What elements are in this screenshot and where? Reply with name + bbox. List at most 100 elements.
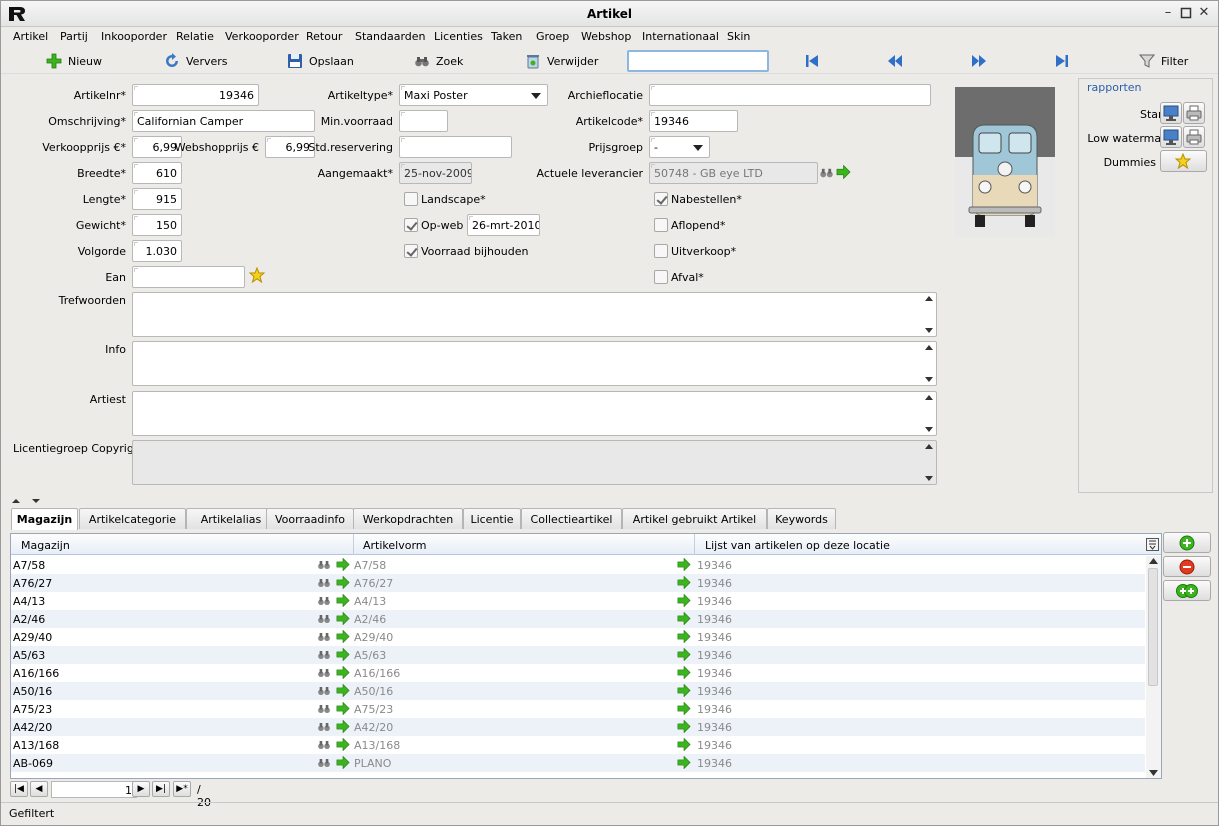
arrow-right-icon[interactable] xyxy=(336,683,350,698)
arrow-right-icon[interactable] xyxy=(677,647,691,662)
toolbar-search-input[interactable] xyxy=(627,50,769,72)
maximize-icon[interactable] xyxy=(1180,7,1192,19)
binoculars-icon[interactable] xyxy=(317,558,331,571)
textarea-scrollbar[interactable] xyxy=(922,293,936,336)
arrow-right-icon[interactable] xyxy=(336,719,350,734)
table-row[interactable]: A5/63 A5/63 19346 xyxy=(11,646,1145,664)
volgorde-field[interactable]: 1.030 xyxy=(132,240,182,262)
pager-first-button[interactable]: |◀ xyxy=(10,781,28,797)
tab-licentie[interactable]: Licentie xyxy=(463,508,521,529)
pager-page-input[interactable]: 1 xyxy=(51,781,137,798)
tab-artikelcategorie[interactable]: Artikelcategorie xyxy=(79,508,186,529)
aflopend-checkbox[interactable] xyxy=(654,218,668,232)
scroll-up-icon[interactable] xyxy=(1149,558,1158,564)
arrow-right-icon[interactable] xyxy=(677,755,691,770)
menu-standaarden[interactable]: Standaarden xyxy=(355,30,426,43)
table-row[interactable]: A75/23 A75/23 19346 xyxy=(11,700,1145,718)
min-voorraad-field[interactable] xyxy=(399,110,448,132)
arrow-right-icon[interactable] xyxy=(677,737,691,752)
star-icon[interactable] xyxy=(249,267,265,283)
pager-previous-button[interactable]: ◀ xyxy=(30,781,48,797)
binoculars-icon[interactable] xyxy=(317,756,331,769)
tab-artikelalias[interactable]: Artikelalias xyxy=(186,508,276,529)
arrow-right-icon[interactable] xyxy=(336,755,350,770)
add-row-button[interactable] xyxy=(1163,532,1211,553)
ean-field[interactable] xyxy=(132,266,245,288)
rapporten-title[interactable]: rapporten xyxy=(1087,81,1142,94)
textarea-scrollbar[interactable] xyxy=(922,342,936,385)
menu-partij[interactable]: Partij xyxy=(60,30,88,43)
column-header-artikelvorm[interactable]: Artikelvorm xyxy=(363,539,427,552)
splitter-arrows-icon[interactable] xyxy=(11,497,45,505)
arrow-right-icon[interactable] xyxy=(336,665,350,680)
arrow-right-icon[interactable] xyxy=(336,611,350,626)
landscape-checkbox[interactable] xyxy=(404,192,418,206)
arrow-right-icon[interactable] xyxy=(336,629,350,644)
prijsgroep-select[interactable]: - xyxy=(649,136,710,158)
breedte-field[interactable]: 610 xyxy=(132,162,182,184)
column-header-magazijn[interactable]: Magazijn xyxy=(21,539,70,552)
next-record-button[interactable] xyxy=(971,53,987,69)
tab-collectieartikel[interactable]: Collectieartikel xyxy=(521,508,622,529)
nabestellen-checkbox[interactable] xyxy=(654,192,668,206)
omschrijving-field[interactable]: Californian Camper xyxy=(132,110,315,132)
artiest-textarea[interactable] xyxy=(132,391,937,436)
binoculars-icon[interactable] xyxy=(317,594,331,607)
last-record-button[interactable] xyxy=(1054,53,1070,69)
minimize-icon[interactable]: – xyxy=(1162,6,1174,19)
menu-taken[interactable]: Taken xyxy=(491,30,522,43)
arrow-right-icon[interactable] xyxy=(677,683,691,698)
tab-magazijn[interactable]: Magazijn xyxy=(11,508,78,530)
menu-internationaal[interactable]: Internationaal xyxy=(642,30,719,43)
arrow-right-icon[interactable] xyxy=(677,611,691,626)
textarea-scrollbar[interactable] xyxy=(922,441,936,484)
table-row[interactable]: A2/46 A2/46 19346 xyxy=(11,610,1145,628)
arrow-right-icon[interactable] xyxy=(336,647,350,662)
artikelnr-field[interactable]: 19346 xyxy=(132,84,259,106)
arrow-right-icon[interactable] xyxy=(677,557,691,572)
binoculars-icon[interactable] xyxy=(317,720,331,733)
lengte-field[interactable]: 915 xyxy=(132,188,182,210)
scroll-thumb[interactable] xyxy=(1148,568,1158,686)
arrow-right-icon[interactable] xyxy=(677,593,691,608)
pager-new-record-button[interactable]: ▶* xyxy=(173,781,191,797)
arrow-right-icon[interactable] xyxy=(677,701,691,716)
tab-keywords[interactable]: Keywords xyxy=(767,508,836,529)
column-chooser-icon[interactable] xyxy=(1146,538,1159,551)
add-multiple-rows-button[interactable] xyxy=(1163,580,1211,601)
archieflocatie-field[interactable] xyxy=(649,84,931,106)
menu-webshop[interactable]: Webshop xyxy=(581,30,631,43)
save-button[interactable]: Opslaan xyxy=(287,53,354,69)
table-row[interactable]: A29/40 A29/40 19346 xyxy=(11,628,1145,646)
info-textarea[interactable] xyxy=(132,341,937,386)
table-row[interactable]: A42/20 A42/20 19346 xyxy=(11,718,1145,736)
refresh-button[interactable]: Ververs xyxy=(164,53,228,69)
pager-last-button[interactable]: ▶| xyxy=(152,781,170,797)
menu-licenties[interactable]: Licenties xyxy=(434,30,483,43)
scroll-down-icon[interactable] xyxy=(1149,770,1158,776)
arrow-right-icon[interactable] xyxy=(677,575,691,590)
menu-artikel[interactable]: Artikel xyxy=(13,30,48,43)
artikeltype-select[interactable]: Maxi Poster xyxy=(399,84,548,106)
table-row[interactable]: A13/168 A13/168 19346 xyxy=(11,736,1145,754)
table-row[interactable]: AB-069 PLANO 19346 xyxy=(11,754,1145,772)
binoculars-icon[interactable] xyxy=(317,612,331,625)
arrow-right-icon[interactable] xyxy=(677,629,691,644)
arrow-right-icon[interactable] xyxy=(336,575,350,590)
binoculars-icon[interactable] xyxy=(317,738,331,751)
stand-screen-button[interactable] xyxy=(1160,102,1182,124)
search-button[interactable]: Zoek xyxy=(414,53,463,69)
op-web-date-field[interactable]: 26-mrt-2010 xyxy=(467,214,540,236)
menu-verkooporder[interactable]: Verkooporder xyxy=(225,30,299,43)
stand-print-button[interactable] xyxy=(1183,102,1205,124)
column-header-lijst[interactable]: Lijst van artikelen op deze locatie xyxy=(705,539,890,552)
arrow-right-icon[interactable] xyxy=(336,557,350,572)
table-row[interactable]: A50/16 A50/16 19346 xyxy=(11,682,1145,700)
first-record-button[interactable] xyxy=(804,53,820,69)
low-watermark-print-button[interactable] xyxy=(1183,126,1205,148)
table-row[interactable]: A7/58 A7/58 19346 xyxy=(11,556,1145,574)
tab-werkopdrachten[interactable]: Werkopdrachten xyxy=(353,508,463,529)
delete-button[interactable]: Verwijder xyxy=(525,53,598,69)
tab-voorraadinfo[interactable]: Voorraadinfo xyxy=(266,508,354,529)
arrow-right-icon[interactable] xyxy=(677,719,691,734)
